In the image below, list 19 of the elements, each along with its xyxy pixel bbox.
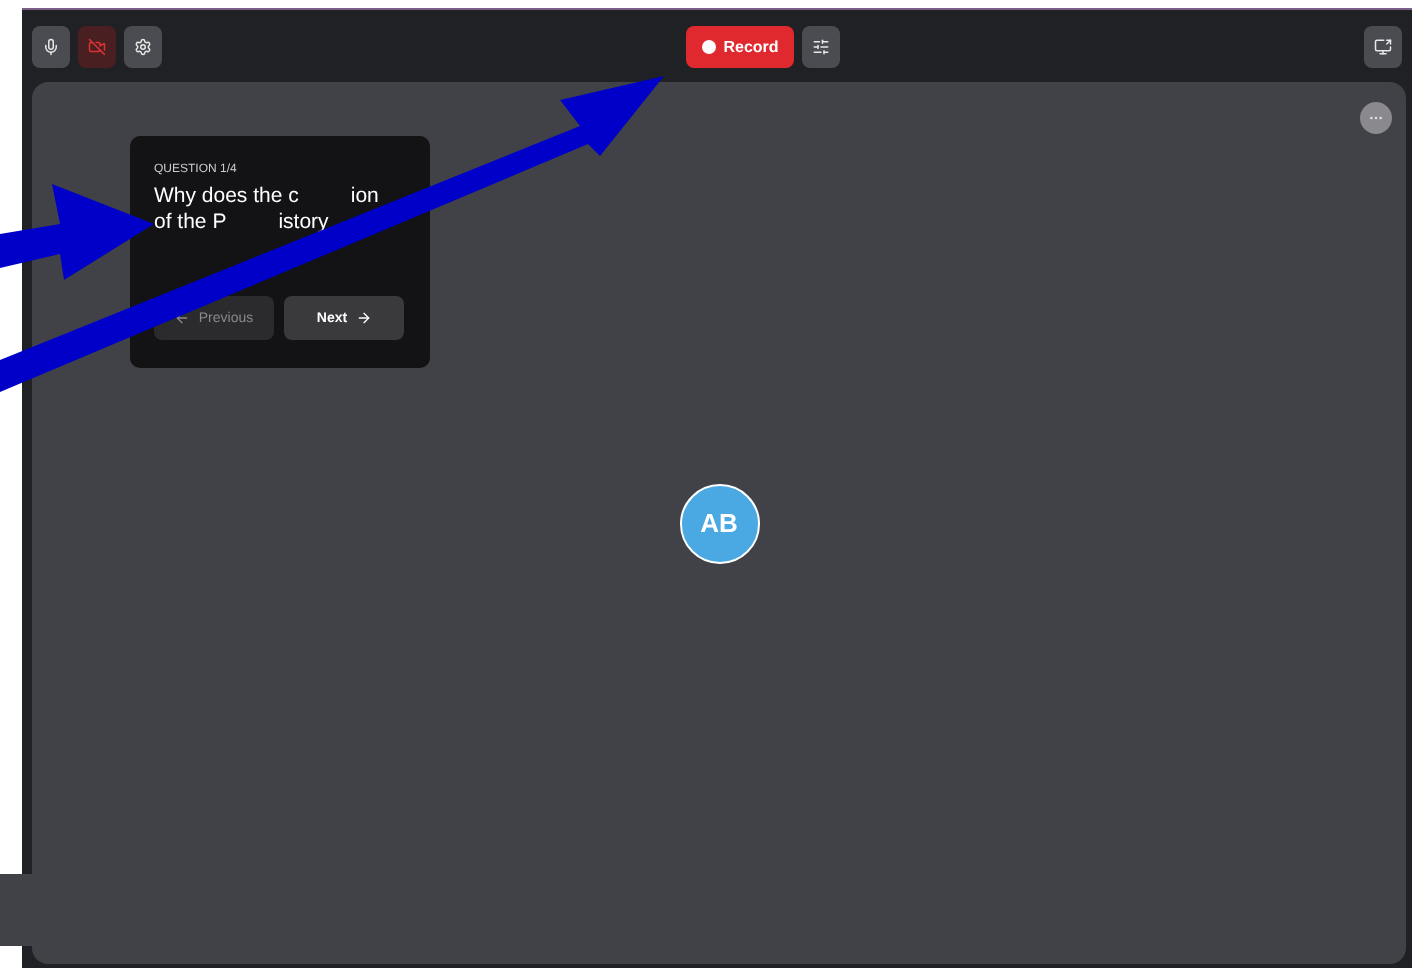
screen-share-icon [1374, 37, 1392, 55]
question-text: istory [278, 210, 329, 236]
adjustments-button[interactable] [802, 25, 841, 67]
sliders-icon [812, 37, 831, 55]
record-button[interactable]: Record [685, 25, 795, 67]
settings-button[interactable] [124, 25, 162, 67]
settings-icon [134, 37, 152, 55]
camera-off-icon [88, 37, 106, 55]
arrow-right-icon [355, 310, 372, 326]
question-text: of the P [154, 210, 227, 236]
microphone-icon [42, 37, 60, 55]
avatar: AB [679, 483, 759, 563]
microphone-button[interactable] [32, 25, 70, 67]
more-button[interactable] [1360, 102, 1392, 134]
arrow-left-icon [174, 310, 191, 326]
screen-share-button[interactable] [1364, 25, 1402, 67]
camera-off-button[interactable] [78, 25, 116, 67]
question-text: ion [350, 184, 379, 210]
question-text: Why does the c [154, 184, 299, 210]
